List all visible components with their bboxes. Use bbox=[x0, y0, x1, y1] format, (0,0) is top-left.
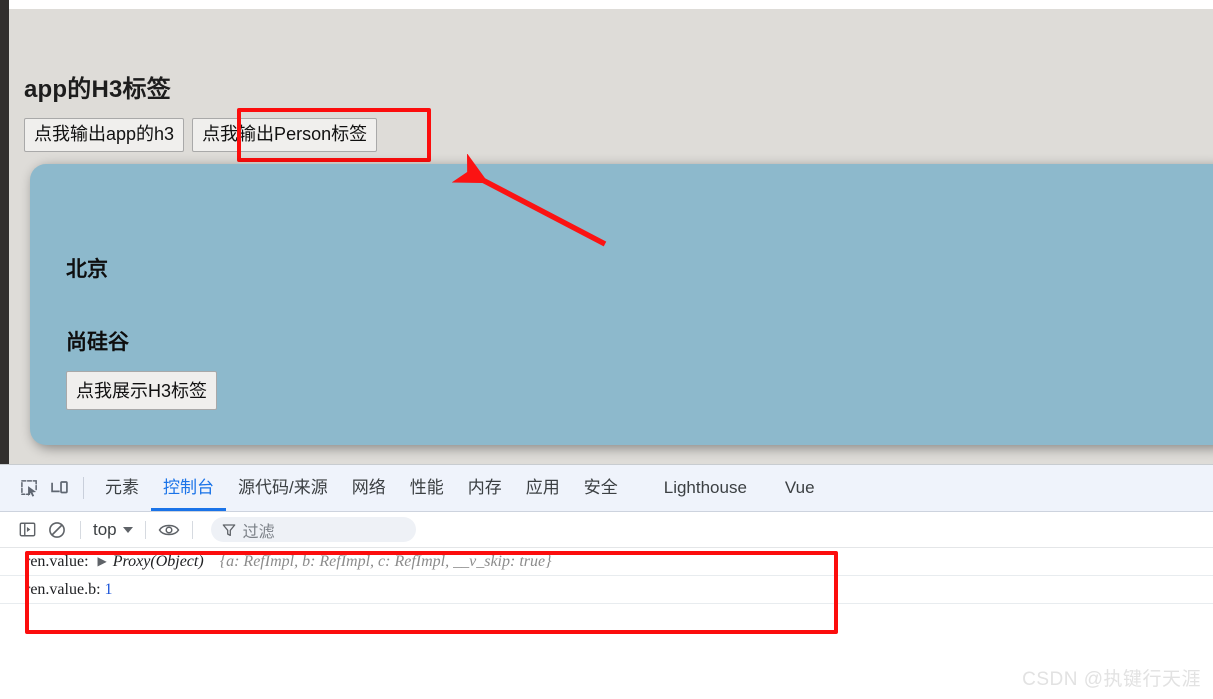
log-label: ren.value.b: bbox=[25, 580, 101, 598]
devtools-tabbar: 元素 控制台 源代码/来源 网络 性能 内存 应用 安全 Lighthouse … bbox=[0, 465, 1213, 512]
console-toolbar: top 过滤 bbox=[0, 512, 1213, 548]
card-org-heading: 尚硅谷 bbox=[66, 331, 129, 355]
live-expression-icon[interactable] bbox=[154, 516, 184, 544]
person-card: 北京 尚硅谷 点我展示H3标签 bbox=[30, 164, 1213, 445]
tab-vue[interactable]: Vue bbox=[773, 465, 827, 511]
device-toolbar-icon[interactable] bbox=[44, 473, 74, 503]
tab-lighthouse[interactable]: Lighthouse bbox=[652, 465, 759, 511]
filter-icon bbox=[222, 523, 235, 536]
screenshot-root: app的H3标签 点我输出app的h3 点我输出Person标签 北京 尚硅谷 … bbox=[0, 0, 1213, 699]
console-filter-input[interactable]: 过滤 bbox=[210, 517, 416, 542]
log-value: Proxy(Object) bbox=[112, 552, 204, 570]
card-city-heading: 北京 bbox=[66, 258, 108, 282]
browser-left-edge bbox=[0, 0, 9, 464]
tab-application[interactable]: 应用 bbox=[514, 465, 572, 511]
toolbar-divider-1 bbox=[80, 520, 81, 539]
tab-console[interactable]: 控制台 bbox=[151, 465, 226, 511]
tab-security[interactable]: 安全 bbox=[572, 465, 630, 511]
tab-elements[interactable]: 元素 bbox=[93, 465, 151, 511]
browser-top-edge bbox=[0, 0, 1213, 9]
tab-network[interactable]: 网络 bbox=[340, 465, 398, 511]
toolbar-divider-2 bbox=[144, 520, 146, 539]
clear-console-icon[interactable] bbox=[42, 516, 72, 544]
output-person-label-button[interactable]: 点我输出Person标签 bbox=[192, 118, 378, 152]
log-object-preview: {a: RefImpl, b: RefImpl, c: RefImpl, __v… bbox=[219, 552, 552, 570]
expand-triangle-icon[interactable]: ▶ bbox=[98, 554, 107, 569]
toolbar-divider-3 bbox=[191, 520, 193, 539]
chevron-down-icon bbox=[122, 526, 133, 533]
tab-sources[interactable]: 源代码/来源 bbox=[226, 465, 340, 511]
log-number-value: 1 bbox=[104, 580, 113, 598]
show-h3-button[interactable]: 点我展示H3标签 bbox=[66, 371, 218, 410]
console-sidebar-icon[interactable] bbox=[12, 516, 42, 544]
tab-performance[interactable]: 性能 bbox=[398, 465, 456, 511]
output-app-h3-button[interactable]: 点我输出app的h3 bbox=[24, 118, 185, 152]
page-button-row: 点我输出app的h3 点我输出Person标签 bbox=[24, 118, 378, 152]
execution-context-selector[interactable]: top bbox=[89, 520, 137, 540]
execution-context-label: top bbox=[93, 519, 117, 539]
tabbar-divider bbox=[83, 477, 84, 499]
page-title: app的H3标签 bbox=[24, 76, 171, 103]
console-log-row[interactable]: ren.value: ▶ Proxy(Object) {a: RefImpl, … bbox=[0, 548, 1213, 576]
devtools-panel: 元素 控制台 源代码/来源 网络 性能 内存 应用 安全 Lighthouse … bbox=[0, 464, 1213, 699]
inspect-element-icon[interactable] bbox=[14, 473, 44, 503]
tab-memory[interactable]: 内存 bbox=[456, 465, 514, 511]
log-label: ren.value: bbox=[25, 552, 89, 570]
page-viewport: app的H3标签 点我输出app的h3 点我输出Person标签 北京 尚硅谷 … bbox=[9, 9, 1213, 464]
console-filter-placeholder: 过滤 bbox=[242, 523, 275, 541]
watermark: CSDN @执键行天涯 bbox=[1022, 669, 1201, 690]
console-log-row[interactable]: ren.value.b: 1 bbox=[0, 576, 1213, 604]
